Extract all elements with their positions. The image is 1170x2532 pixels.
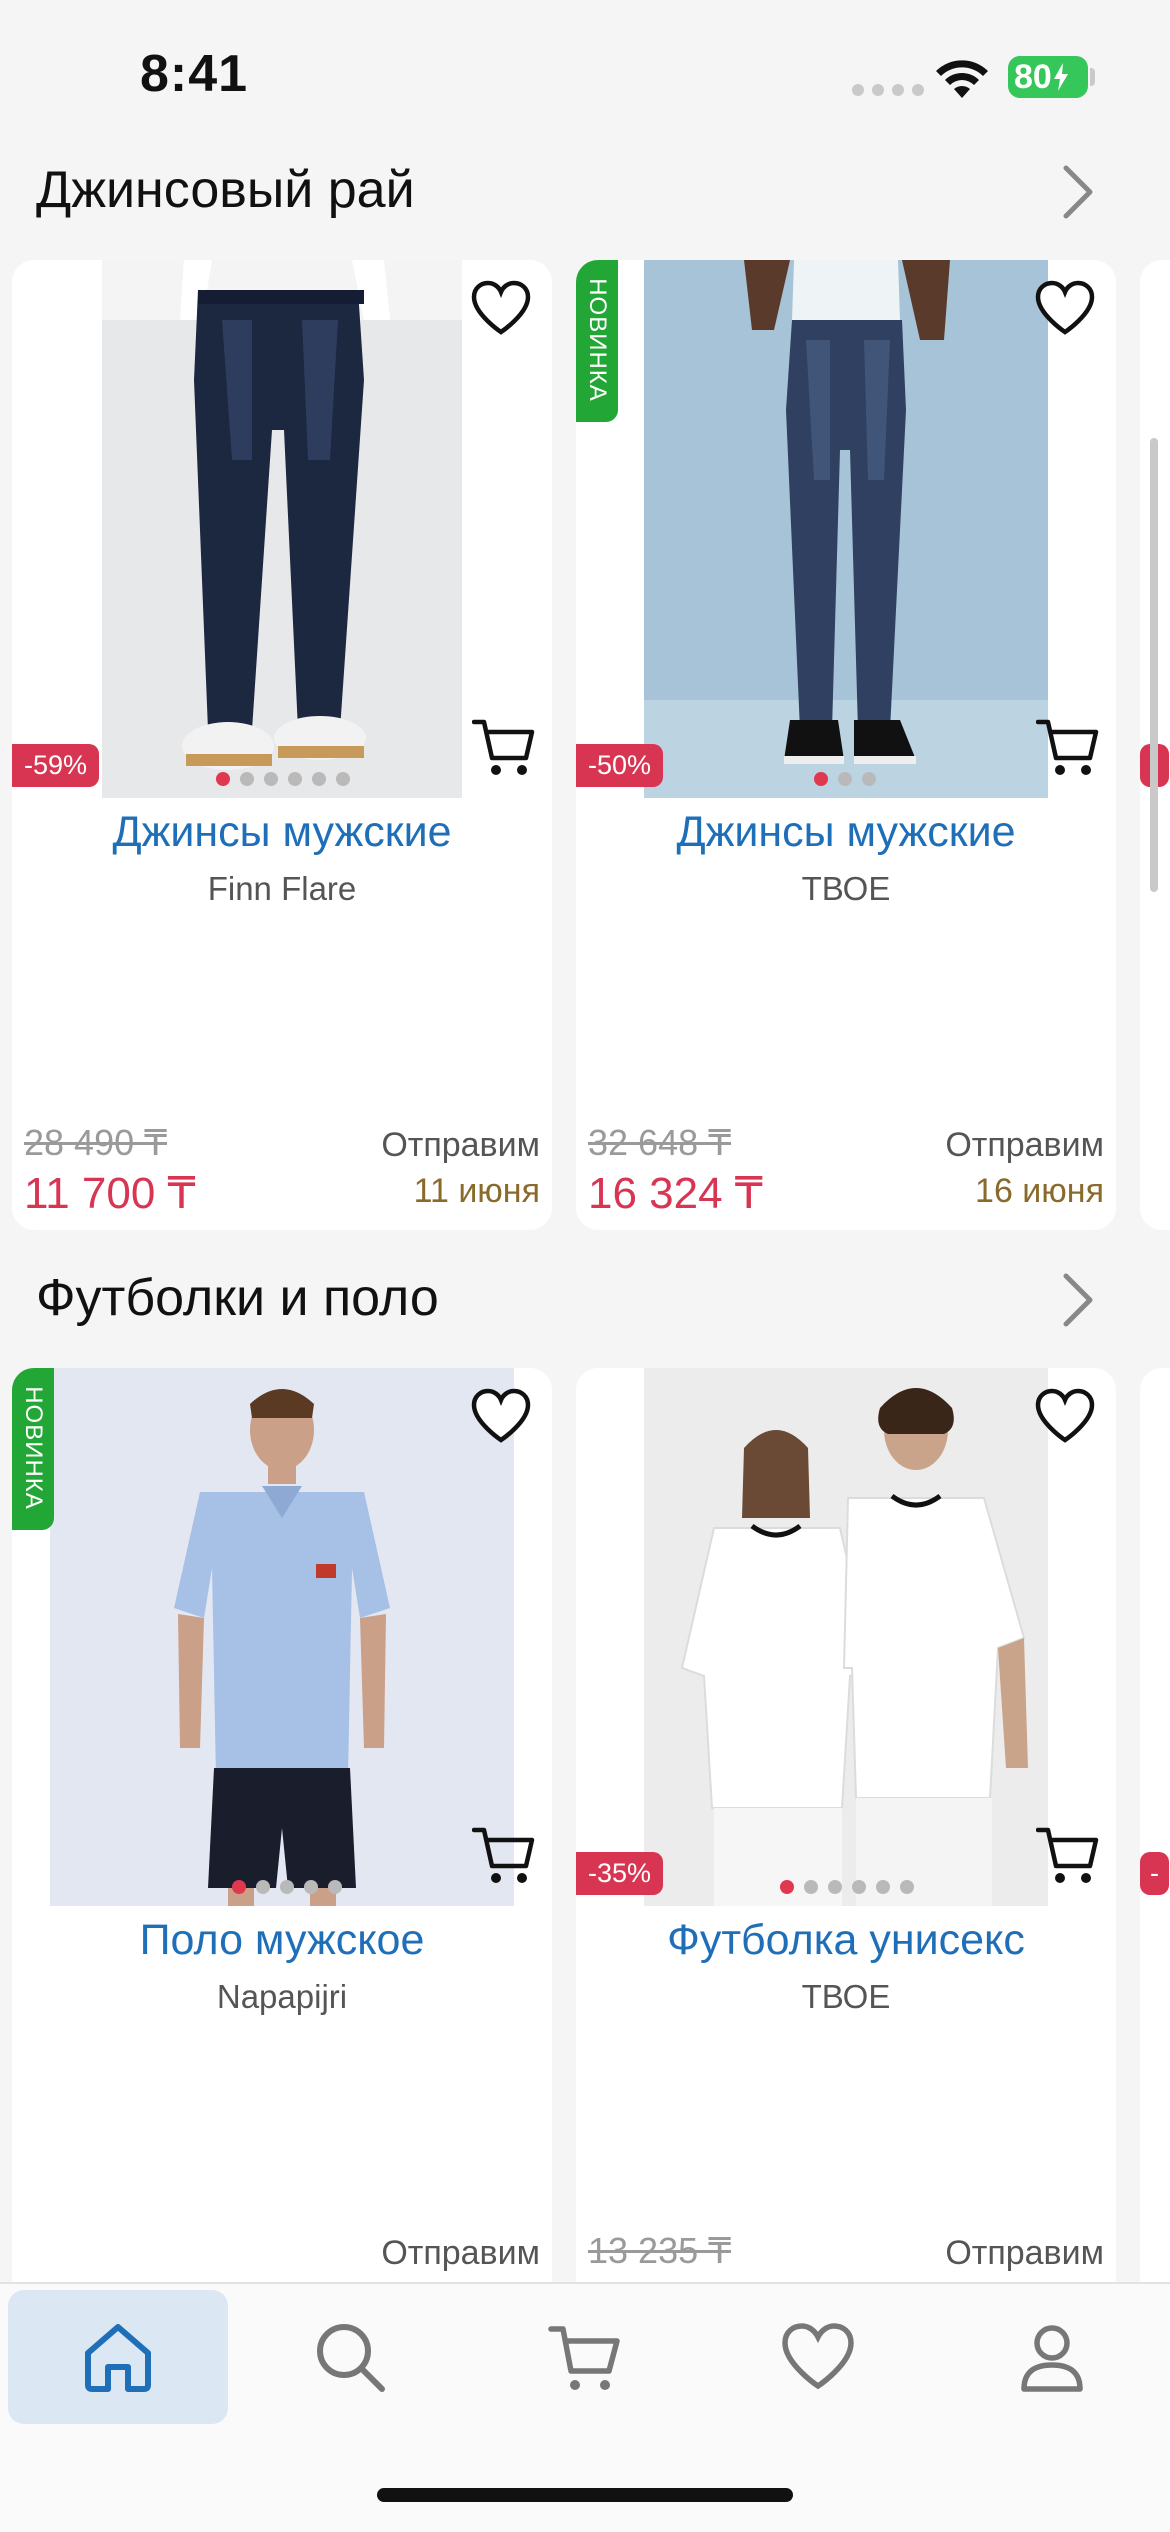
profile-icon xyxy=(1021,2325,1083,2392)
tab-profile[interactable] xyxy=(942,2290,1162,2424)
product-brand: ТВОЕ xyxy=(801,870,891,907)
battery-level: 80 xyxy=(1014,57,1052,96)
photo-pagination-dots[interactable] xyxy=(216,772,350,786)
product-brand: ТВОЕ xyxy=(801,1978,891,2015)
product-name[interactable]: Джинсы мужские xyxy=(12,808,552,857)
battery-indicator: 80 xyxy=(1008,56,1088,98)
product-photo[interactable] xyxy=(644,1368,1048,1906)
photo-pagination-dots[interactable] xyxy=(814,772,876,786)
polo-photo-image xyxy=(50,1368,514,1906)
wifi-icon xyxy=(936,60,988,98)
battery-tip xyxy=(1090,68,1095,86)
status-time: 8:41 xyxy=(140,45,249,103)
home-indicator xyxy=(377,2488,793,2502)
jeans-photo-image xyxy=(644,260,1048,798)
product-name[interactable]: Поло мужское xyxy=(12,1916,552,1965)
current-price: 11 700 ₸ xyxy=(24,1169,196,1218)
new-badge-label: НОВИНКА xyxy=(20,1386,47,1510)
new-badge: НОВИНКА xyxy=(576,260,618,422)
section-title: Футболки и поло xyxy=(36,1269,439,1327)
new-badge-label: НОВИНКА xyxy=(584,278,611,402)
product-card[interactable]: -59% Джинсы мужские Finn Flare 28 490 ₸ … xyxy=(12,260,552,1230)
product-photo[interactable] xyxy=(50,1368,514,1906)
discount-badge: -59% xyxy=(12,744,100,787)
tab-search[interactable] xyxy=(240,2290,460,2424)
add-to-cart-icon[interactable] xyxy=(1036,1824,1100,1888)
favorite-heart-icon[interactable] xyxy=(1034,280,1096,336)
product-photo[interactable] xyxy=(644,260,1048,798)
favorite-heart-icon[interactable] xyxy=(470,280,532,336)
product-photo[interactable] xyxy=(102,260,462,798)
cellular-signal-icon xyxy=(852,84,924,96)
tab-home[interactable] xyxy=(8,2290,228,2424)
status-bar: 8:41 80 xyxy=(0,0,1170,150)
ship-date: 11 июня xyxy=(413,1172,540,1210)
ship-label: Отправим xyxy=(945,1126,1104,1164)
product-card[interactable]: НОВИНКА -50% Джинсы мужские ТВОЕ 32 648 … xyxy=(576,260,1116,1230)
product-card[interactable]: -35% Футболка унисекс ТВОЕ 13 235 ₸ Отпр… xyxy=(576,1368,1116,2338)
add-to-cart-icon[interactable] xyxy=(472,716,536,780)
current-price: 16 324 ₸ xyxy=(588,1169,763,1218)
section-header-jeans[interactable]: Джинсовый рай xyxy=(0,140,1170,240)
cart-icon xyxy=(548,2326,620,2390)
section-header-tshirts[interactable]: Футболки и поло xyxy=(0,1248,1170,1348)
old-price: 13 235 ₸ xyxy=(588,2230,732,2271)
ship-label: Отправим xyxy=(945,2234,1104,2272)
ship-label: Отправим xyxy=(381,2234,540,2272)
old-price: 28 490 ₸ xyxy=(24,1122,168,1163)
old-price: 32 648 ₸ xyxy=(588,1122,732,1163)
product-brand: Napapijri xyxy=(216,1978,348,2015)
photo-pagination-dots[interactable] xyxy=(780,1880,914,1894)
product-carousel-jeans[interactable]: -59% Джинсы мужские Finn Flare 28 490 ₸ … xyxy=(0,260,1170,1232)
chevron-right-icon[interactable] xyxy=(1058,1270,1098,1330)
product-card[interactable]: НОВИНКА Поло мужское Napapijri Отправим xyxy=(12,1368,552,2338)
new-badge: НОВИНКА xyxy=(12,1368,54,1530)
add-to-cart-icon[interactable] xyxy=(1036,716,1100,780)
heart-icon xyxy=(782,2323,854,2390)
section-title: Джинсовый рай xyxy=(36,161,415,219)
jeans-photo-image xyxy=(102,260,462,798)
favorite-heart-icon[interactable] xyxy=(1034,1388,1096,1444)
product-carousel-tshirts[interactable]: НОВИНКА Поло мужское Napapijri Отправим xyxy=(0,1368,1170,2340)
home-icon xyxy=(85,2324,151,2392)
add-to-cart-icon[interactable] xyxy=(472,1824,536,1888)
charging-bolt-icon xyxy=(1053,63,1068,91)
search-icon xyxy=(317,2324,385,2392)
product-name[interactable]: Футболка унисекс xyxy=(576,1916,1116,1965)
ship-date: 16 июня xyxy=(975,1172,1104,1210)
ship-label: Отправим xyxy=(381,1126,540,1164)
tab-favorites[interactable] xyxy=(708,2290,928,2424)
product-brand: Finn Flare xyxy=(207,870,357,907)
discount-badge: -35% xyxy=(576,1852,664,1895)
vertical-scrollbar[interactable] xyxy=(1150,438,1158,892)
tab-cart[interactable] xyxy=(475,2290,695,2424)
chevron-right-icon[interactable] xyxy=(1058,162,1098,222)
favorite-heart-icon[interactable] xyxy=(470,1388,532,1444)
product-name[interactable]: Джинсы мужские xyxy=(576,808,1116,857)
tshirts-photo-image xyxy=(644,1368,1048,1906)
photo-pagination-dots[interactable] xyxy=(232,1880,342,1894)
discount-badge: -50% xyxy=(576,744,664,787)
product-card-peek[interactable]: - xyxy=(1140,1368,1170,2338)
discount-badge-peek: - xyxy=(1140,1852,1169,1895)
